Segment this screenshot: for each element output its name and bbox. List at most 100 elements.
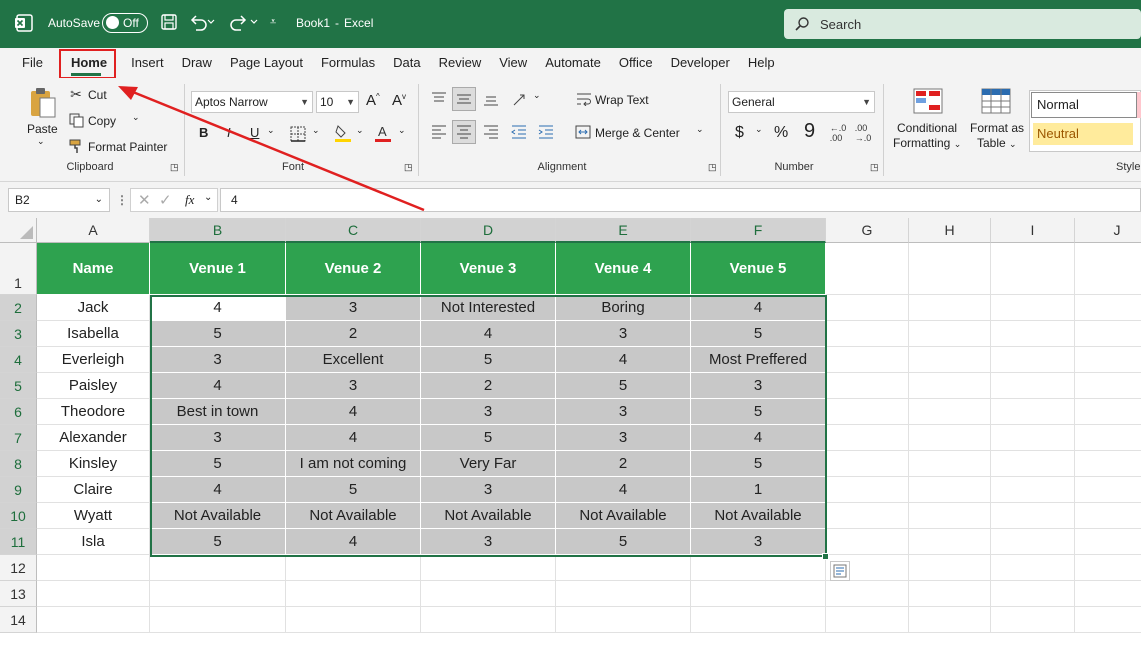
table-cell[interactable]: 3: [421, 477, 556, 503]
empty-cell[interactable]: [286, 607, 421, 633]
number-format-select[interactable]: General ▼: [728, 91, 875, 113]
row-header-9[interactable]: 9: [0, 477, 37, 503]
empty-cell[interactable]: [1075, 425, 1141, 451]
empty-cell[interactable]: [1075, 347, 1141, 373]
empty-cell[interactable]: [1075, 529, 1141, 555]
table-cell[interactable]: 4: [691, 295, 826, 321]
empty-cell[interactable]: [556, 581, 691, 607]
table-cell[interactable]: Very Far: [421, 451, 556, 477]
row-header-6[interactable]: 6: [0, 399, 37, 425]
align-bottom-icon[interactable]: [482, 90, 500, 108]
table-cell[interactable]: 3: [421, 399, 556, 425]
font-color-dropdown-icon[interactable]: ⌄: [398, 125, 406, 136]
underline-dropdown-icon[interactable]: ⌄: [267, 125, 275, 136]
empty-cell[interactable]: [556, 607, 691, 633]
tab-help[interactable]: Help: [739, 48, 784, 78]
quick-analysis-icon[interactable]: [830, 561, 850, 581]
table-cell[interactable]: Not Interested: [421, 295, 556, 321]
name-box[interactable]: B2 ⌄: [8, 188, 110, 212]
table-cell[interactable]: Not Available: [691, 503, 826, 529]
style-normal[interactable]: Normal: [1031, 92, 1137, 118]
style-neutral[interactable]: Neutral: [1033, 123, 1133, 145]
empty-cell[interactable]: [909, 607, 991, 633]
table-header-cell[interactable]: Venue 3: [421, 243, 556, 295]
empty-cell[interactable]: [991, 555, 1075, 581]
active-cell[interactable]: 4: [150, 295, 286, 321]
insert-function-dropdown-icon[interactable]: ⌄: [204, 192, 212, 203]
name-cell[interactable]: Isla: [37, 529, 150, 555]
decrease-font-size-icon[interactable]: Av: [392, 92, 406, 109]
column-header-h[interactable]: H: [909, 218, 991, 243]
table-cell[interactable]: 3: [556, 425, 691, 451]
empty-cell[interactable]: [150, 607, 286, 633]
empty-cell[interactable]: [991, 347, 1075, 373]
conditional-formatting-button[interactable]: Formatting ⌄: [893, 136, 961, 150]
table-cell[interactable]: Not Available: [556, 503, 691, 529]
bold-button[interactable]: B: [199, 125, 208, 140]
name-cell[interactable]: Alexander: [37, 425, 150, 451]
column-header-a[interactable]: A: [37, 218, 150, 243]
empty-cell[interactable]: [826, 529, 909, 555]
empty-cell[interactable]: [1075, 295, 1141, 321]
align-left-icon[interactable]: [430, 123, 448, 141]
row-header-2[interactable]: 2: [0, 295, 37, 321]
wrap-text-icon[interactable]: [576, 91, 592, 107]
empty-cell[interactable]: [991, 451, 1075, 477]
table-cell[interactable]: Not Available: [150, 503, 286, 529]
tab-draw[interactable]: Draw: [173, 48, 221, 78]
table-cell[interactable]: 3: [691, 373, 826, 399]
format-painter-icon[interactable]: [68, 138, 84, 154]
empty-cell[interactable]: [826, 295, 909, 321]
table-header-cell[interactable]: Venue 1: [150, 243, 286, 295]
formula-input[interactable]: 4: [220, 188, 1141, 212]
row-header-12[interactable]: 12: [0, 555, 37, 581]
empty-cell[interactable]: [421, 581, 556, 607]
tab-automate[interactable]: Automate: [536, 48, 610, 78]
empty-cell[interactable]: [286, 555, 421, 581]
table-cell[interactable]: 2: [556, 451, 691, 477]
cut-button[interactable]: Cut: [88, 88, 107, 102]
decrease-decimal-icon[interactable]: .00 →.0: [853, 123, 873, 143]
empty-cell[interactable]: [826, 503, 909, 529]
alignment-launcher-icon[interactable]: ◳: [708, 162, 717, 173]
table-cell[interactable]: I am not coming: [286, 451, 421, 477]
tab-review[interactable]: Review: [430, 48, 491, 78]
table-cell[interactable]: 4: [286, 529, 421, 555]
font-size-select[interactable]: 10 ▼: [316, 91, 359, 113]
currency-button[interactable]: $: [735, 124, 744, 142]
empty-cell[interactable]: [1075, 373, 1141, 399]
row-header-1[interactable]: 1: [0, 243, 37, 295]
empty-cell[interactable]: [826, 451, 909, 477]
merge-center-dropdown-icon[interactable]: ⌄: [696, 124, 704, 135]
empty-cell[interactable]: [991, 425, 1075, 451]
autosave-toggle[interactable]: Off: [102, 13, 148, 33]
orientation-dropdown-icon[interactable]: ⌄: [533, 90, 541, 101]
copy-button[interactable]: Copy: [88, 114, 116, 128]
column-header-b[interactable]: B: [150, 218, 286, 243]
comma-style-button[interactable]: 9: [804, 120, 815, 143]
empty-cell[interactable]: [826, 399, 909, 425]
increase-indent-icon[interactable]: [537, 123, 555, 141]
format-as-table-icon[interactable]: [981, 88, 1011, 114]
table-cell[interactable]: 5: [556, 529, 691, 555]
row-header-11[interactable]: 11: [0, 529, 37, 555]
column-header-f[interactable]: F: [691, 218, 826, 243]
tab-data[interactable]: Data: [384, 48, 429, 78]
name-cell[interactable]: Kinsley: [37, 451, 150, 477]
empty-cell[interactable]: [909, 503, 991, 529]
tab-office[interactable]: Office: [610, 48, 662, 78]
empty-cell[interactable]: [991, 243, 1075, 295]
empty-cell[interactable]: [991, 321, 1075, 347]
tab-developer[interactable]: Developer: [662, 48, 739, 78]
empty-cell[interactable]: [1075, 477, 1141, 503]
table-cell[interactable]: 3: [286, 295, 421, 321]
empty-cell[interactable]: [1075, 243, 1141, 295]
table-cell[interactable]: 3: [286, 373, 421, 399]
table-cell[interactable]: Excellent: [286, 347, 421, 373]
copy-icon[interactable]: [68, 112, 84, 128]
table-cell[interactable]: 5: [150, 451, 286, 477]
table-header-cell[interactable]: Venue 2: [286, 243, 421, 295]
empty-cell[interactable]: [909, 243, 991, 295]
enter-formula-icon[interactable]: ✓: [159, 191, 172, 209]
table-cell[interactable]: 4: [150, 373, 286, 399]
